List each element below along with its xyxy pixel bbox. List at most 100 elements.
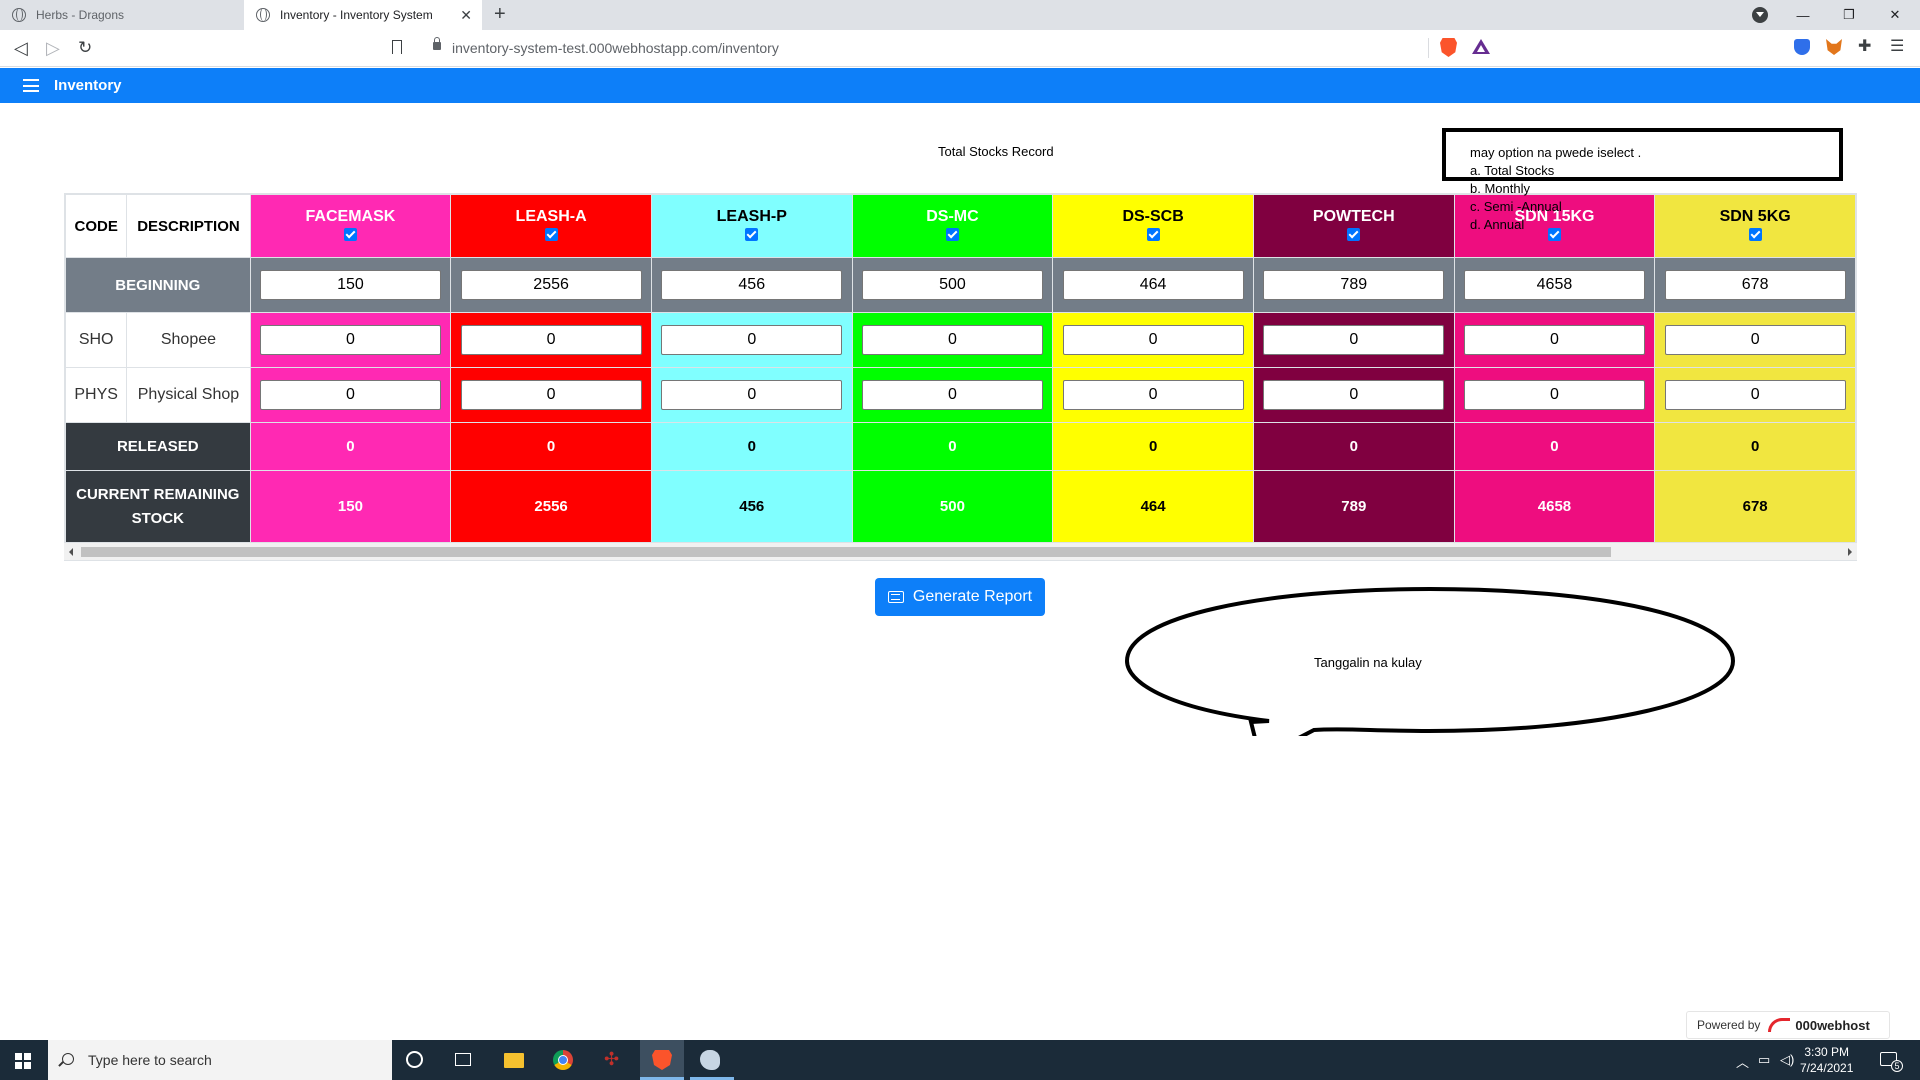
hamburger-menu-icon[interactable] <box>23 79 39 92</box>
reload-icon[interactable]: ↻ <box>78 38 92 58</box>
app-icon[interactable]: ✣ <box>604 1049 624 1069</box>
beginning-input[interactable]: 456 <box>661 270 843 300</box>
new-tab-icon[interactable]: + <box>494 3 506 26</box>
search-icon <box>62 1053 74 1065</box>
physical-input[interactable]: 0 <box>861 380 1043 410</box>
scroll-thumb[interactable] <box>81 547 1611 557</box>
minimize-icon[interactable]: — <box>1780 0 1826 30</box>
browser-tab-inventory[interactable]: Inventory - Inventory System ✕ <box>244 0 482 30</box>
product-checkbox[interactable] <box>544 227 558 241</box>
address-bar[interactable]: inventory-system-test.000webhostapp.com/… <box>452 40 779 56</box>
shopee-cell: 0 <box>851 312 1054 368</box>
beginning-input[interactable]: 150 <box>259 270 441 300</box>
bookmark-icon[interactable] <box>392 40 402 58</box>
physical-input[interactable]: 0 <box>1463 380 1645 410</box>
physical-input[interactable]: 0 <box>259 380 441 410</box>
product-checkbox[interactable] <box>945 227 959 241</box>
shopee-input[interactable]: 0 <box>1664 325 1846 355</box>
annotation-line: d. Annual <box>1470 217 1525 232</box>
inventory-table-container: CODE DESCRIPTION FACEMASK LEASH-A LEASH-P DS-… <box>64 193 1857 561</box>
beginning-cell: 678 <box>1654 257 1856 313</box>
source-row-shopee: SHO Shopee 0 0 0 0 0 0 0 0 <box>65 312 1856 368</box>
brave-shields-icon[interactable] <box>1440 38 1457 57</box>
shopee-input[interactable]: 0 <box>1062 325 1244 355</box>
close-tab-icon[interactable]: ✕ <box>460 7 472 24</box>
volume-icon[interactable]: ◁) <box>1780 1052 1794 1068</box>
beginning-cell: 789 <box>1252 257 1455 313</box>
powered-by-badge[interactable]: Powered by 000webhost <box>1686 1011 1890 1039</box>
shopee-input[interactable]: 0 <box>1263 325 1445 355</box>
annotation-line: c. Semi -Annual <box>1470 199 1562 214</box>
beginning-input[interactable]: 4658 <box>1463 270 1645 300</box>
browser-menu-icon[interactable]: ☰ <box>1890 36 1906 55</box>
beginning-input[interactable]: 500 <box>861 270 1043 300</box>
beginning-row: BEGINNING 150 2556 456 500 464 789 4658 678 <box>65 257 1856 313</box>
physical-input[interactable]: 0 <box>1263 380 1445 410</box>
shopee-input[interactable]: 0 <box>1463 325 1645 355</box>
extensions-puzzle-icon[interactable]: ✚ <box>1858 36 1874 55</box>
network-icon[interactable]: ▭ <box>1758 1052 1770 1068</box>
physical-input[interactable]: 0 <box>460 380 642 410</box>
beginning-input[interactable]: 789 <box>1263 270 1445 300</box>
product-name: LEASH-P <box>716 207 787 225</box>
chrome-icon[interactable] <box>553 1050 573 1070</box>
shopee-input[interactable]: 0 <box>259 325 441 355</box>
file-explorer-icon[interactable] <box>504 1053 524 1068</box>
shopee-cell: 0 <box>1252 312 1455 368</box>
report-icon <box>887 591 904 603</box>
restore-icon[interactable]: ❐ <box>1826 0 1872 30</box>
annotation-note: may option na pwede iselect . a. Total S… <box>1470 144 1641 234</box>
task-view-icon[interactable] <box>455 1053 471 1066</box>
annotation-line: may option na pwede iselect . <box>1470 145 1642 160</box>
current-remaining-value: 4658 <box>1453 470 1656 543</box>
paint-icon[interactable] <box>700 1050 720 1070</box>
product-header: DS-SCB <box>1052 194 1254 258</box>
product-name: SDN 5KG <box>1719 207 1791 225</box>
scroll-left-icon[interactable] <box>69 548 73 556</box>
annotation-line: b. Monthly <box>1470 181 1530 196</box>
product-checkbox[interactable] <box>343 227 357 241</box>
windows-start-icon[interactable] <box>15 1053 31 1069</box>
taskbar-search-placeholder: Type here to search <box>88 1052 212 1068</box>
shopee-input[interactable]: 0 <box>661 325 843 355</box>
forward-icon[interactable]: ▷ <box>46 38 60 59</box>
generate-report-button[interactable]: Generate Report <box>875 578 1045 616</box>
released-row: RELEASED 0 0 0 0 0 0 0 0 <box>65 422 1856 471</box>
beginning-input[interactable]: 2556 <box>460 270 642 300</box>
shopee-cell: 0 <box>450 312 652 368</box>
physical-cell: 0 <box>450 367 652 423</box>
beginning-input[interactable]: 464 <box>1062 270 1244 300</box>
browser-toolbar: ◁ ▷ ↻ inventory-system-test.000webhostap… <box>0 30 1920 67</box>
show-hidden-icons-icon[interactable]: ︿ <box>1736 1052 1749 1071</box>
shopee-cell: 0 <box>249 312 452 368</box>
window-close-icon[interactable]: ✕ <box>1872 0 1918 30</box>
beginning-cell: 456 <box>650 257 853 313</box>
metamask-extension-icon[interactable] <box>1826 39 1842 55</box>
product-checkbox[interactable] <box>1146 227 1160 241</box>
navbar-brand[interactable]: Inventory <box>54 77 122 94</box>
physical-input[interactable]: 0 <box>1062 380 1244 410</box>
back-icon[interactable]: ◁ <box>14 38 28 59</box>
shopee-input[interactable]: 0 <box>861 325 1043 355</box>
released-value: 0 <box>450 422 652 471</box>
physical-cell: 0 <box>249 367 452 423</box>
current-remaining-label-line2: STOCK <box>131 509 184 527</box>
product-checkbox[interactable] <box>745 227 759 241</box>
lock-icon[interactable] <box>433 37 441 50</box>
shopee-input[interactable]: 0 <box>460 325 642 355</box>
cortana-icon[interactable] <box>406 1051 423 1068</box>
taskbar-search-box[interactable]: Type here to search <box>48 1040 392 1080</box>
tab-search-icon[interactable] <box>1752 7 1768 23</box>
horizontal-scrollbar[interactable] <box>64 542 1857 560</box>
scroll-right-icon[interactable] <box>1848 548 1852 556</box>
bitwarden-extension-icon[interactable] <box>1794 39 1810 55</box>
physical-input[interactable]: 0 <box>1664 380 1846 410</box>
taskbar-clock[interactable]: 3:30 PM 7/24/2021 <box>1800 1044 1853 1076</box>
product-checkbox[interactable] <box>1347 227 1361 241</box>
released-value: 0 <box>851 422 1054 471</box>
product-checkbox[interactable] <box>1748 227 1762 241</box>
physical-input[interactable]: 0 <box>661 380 843 410</box>
beginning-input[interactable]: 678 <box>1664 270 1846 300</box>
browser-tab-herbs[interactable]: Herbs - Dragons <box>0 0 244 30</box>
brave-rewards-icon[interactable] <box>1472 39 1490 54</box>
